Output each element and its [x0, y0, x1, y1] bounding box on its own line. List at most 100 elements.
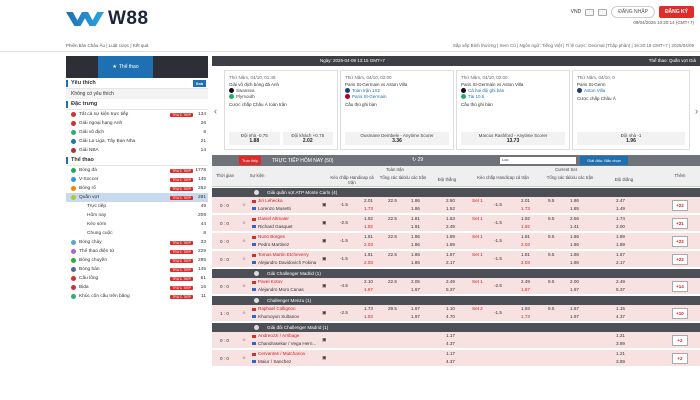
star-icon[interactable]: ☆ — [242, 310, 246, 316]
star-icon[interactable]: ☆ — [242, 202, 246, 208]
odds-win1[interactable]: 1.89 — [446, 234, 455, 239]
odds-under[interactable]: 1.91 — [411, 224, 420, 229]
brand-logo[interactable]: W88 — [66, 8, 149, 30]
sidebar-item-sport[interactable]: Khúc côn cầu trên băng TRỰC TIẾP 11 — [66, 292, 208, 301]
register-button[interactable]: ĐĂNG KÝ — [658, 6, 694, 18]
set-odds-over[interactable]: 2.00 — [570, 279, 579, 284]
set-odds-home[interactable]: 2.49 — [521, 279, 530, 284]
login-button[interactable]: ĐĂNG NHẬP — [611, 6, 655, 18]
star-icon[interactable]: ☆ — [242, 283, 246, 289]
odds-win1[interactable]: 1.17 — [446, 351, 455, 356]
set-odds-win2[interactable]: 5.37 — [616, 287, 625, 292]
star-icon[interactable]: ☆ — [242, 220, 246, 226]
set-odds-under[interactable]: 1.86 — [570, 260, 579, 265]
notification-icon[interactable] — [598, 8, 608, 16]
odds-away[interactable]: 1.67 — [364, 287, 373, 292]
odds-win1[interactable]: 2.49 — [446, 279, 455, 284]
odds-over[interactable]: 1.86 — [411, 252, 420, 257]
set-odds-away[interactable]: 1.73 — [521, 206, 530, 211]
sidebar-item-sport[interactable]: V-Soccer TRỰC TIẾP 145 — [66, 175, 208, 184]
star-icon[interactable]: ☆ — [242, 355, 246, 361]
player2-name[interactable]: Alejandro Moro Canas — [258, 287, 304, 292]
odds-win1[interactable]: 1.10 — [446, 306, 455, 311]
live-tab[interactable]: Trực tiếp — [239, 156, 261, 165]
tv-icon[interactable]: ▣ — [322, 202, 326, 208]
odds-win1[interactable]: 1.67 — [446, 252, 455, 257]
tv-icon[interactable]: ▣ — [322, 238, 326, 244]
flag-icon[interactable] — [585, 8, 595, 16]
set-odds-away[interactable]: 2.03 — [521, 242, 530, 247]
sidebar-item-featured[interactable]: Giải NBA 14 — [66, 146, 208, 155]
subnav-settings[interactable]: Sắp xếp Bình thường | Xem Cũ | Ngôn ngữ:… — [453, 43, 694, 48]
set-odds-away[interactable]: 1.73 — [521, 314, 530, 319]
sidebar-item-featured[interactable]: Giải La Liga, Tây Ban Nha 21 — [66, 137, 208, 146]
player1-name[interactable]: Cervantes / Mutchanov — [258, 351, 305, 356]
set-odds-over[interactable]: 1.67 — [570, 306, 579, 311]
odds-button[interactable]: Đội nhà -0.75 1.88 — [229, 132, 280, 145]
more-markets-button[interactable]: +2 — [672, 353, 688, 364]
odds-win2[interactable]: 1.52 — [446, 206, 455, 211]
player2-name[interactable]: Chandrasekar / Vega Hern... — [258, 341, 316, 346]
sidebar-item-sport[interactable]: Bóng đá TRỰC TIẾP 1778 — [66, 166, 208, 175]
sidebar-item-sport[interactable]: Cầu lông TRỰC TIẾP 61 — [66, 274, 208, 283]
sidebar-item-sport[interactable]: Bida TRỰC TIẾP 16 — [66, 283, 208, 292]
more-markets-button[interactable]: +2 — [672, 335, 688, 346]
player2-name[interactable]: Maiur / Sanchez — [258, 359, 291, 364]
highlight-card[interactable]: Thứ Năm, 04/10, 02:00 Paris St-Germain vs… — [340, 70, 454, 150]
odds-win2[interactable]: 4.37 — [446, 341, 455, 346]
set-odds-home[interactable]: 2.01 — [521, 198, 530, 203]
set-odds-win1[interactable]: 1.74 — [616, 216, 625, 221]
league-row[interactable]: Challenger Menzu (1) — [212, 296, 700, 305]
player1-name[interactable]: Jiri Lehecka — [258, 198, 283, 203]
tv-icon[interactable]: ▣ — [322, 283, 326, 289]
set-odds-win2[interactable]: 1.89 — [616, 242, 625, 247]
set-odds-win1[interactable]: 1.89 — [616, 234, 625, 239]
set-odds-win1[interactable]: 2.49 — [616, 279, 625, 284]
player2-name[interactable]: Lorenzo Musetti — [258, 206, 291, 211]
set-odds-home[interactable]: 1.81 — [521, 234, 530, 239]
set-odds-win1[interactable]: 1.67 — [616, 252, 625, 257]
pin-icon[interactable] — [254, 325, 259, 330]
tab-sports[interactable]: ★ Thể thao — [98, 56, 153, 78]
odds-button[interactable]: Marcus Rashford - Anytime Scorer 13.73 — [461, 132, 565, 145]
subnav-links[interactable]: Phiên bản Châu Âu | Luật cược | Kết quả — [66, 43, 148, 48]
set-odds-win1[interactable]: 1.21 — [616, 333, 625, 338]
set-odds-home[interactable]: 1.93 — [521, 306, 530, 311]
odds-win2[interactable]: 1.89 — [446, 242, 455, 247]
odds-over[interactable]: 1.86 — [411, 234, 420, 239]
filter-select[interactable]: Lọc — [500, 157, 576, 164]
odds-home[interactable]: 1.92 — [364, 216, 373, 221]
set-odds-under[interactable]: 1.41 — [570, 224, 579, 229]
sidebar-item-featured[interactable]: Tất cả sự kiện trực tiếp TRỰC TIẾP 134 — [66, 110, 208, 119]
odds-win2[interactable]: 4.37 — [446, 359, 455, 364]
pin-icon[interactable] — [254, 190, 259, 195]
odds-win2[interactable]: 2.17 — [446, 260, 455, 265]
sidebar-item-sport[interactable]: Thể thao điện tử TRỰC TIẾP 229 — [66, 247, 208, 256]
set-odds-over[interactable]: 2.56 — [570, 216, 579, 221]
player2-name[interactable]: Pedro Martinez — [258, 242, 289, 247]
league-row[interactable]: Giải Challenger Madrid (1) — [212, 269, 700, 278]
tv-icon[interactable]: ▣ — [322, 337, 326, 343]
set-odds-home[interactable]: 1.92 — [521, 216, 530, 221]
more-markets-button[interactable]: +14 — [672, 281, 688, 292]
more-markets-button[interactable]: +22 — [672, 200, 688, 211]
player2-name[interactable]: Khumoyun Sultanov — [258, 314, 299, 319]
pin-icon[interactable] — [254, 298, 259, 303]
odds-win2[interactable]: 5.37 — [446, 287, 455, 292]
player2-name[interactable]: Richard Gasquet — [258, 224, 292, 229]
odds-win1[interactable]: 1.53 — [446, 216, 455, 221]
odds-under[interactable]: 1.67 — [411, 287, 420, 292]
player1-name[interactable]: Raphael Collignon — [258, 306, 296, 311]
set-odds-away[interactable]: 2.03 — [521, 260, 530, 265]
player1-name[interactable]: Andreozzi / Arribage — [258, 333, 299, 338]
odds-home[interactable]: 2.10 — [364, 279, 373, 284]
set-odds-away[interactable]: 1.92 — [521, 224, 530, 229]
set-odds-under[interactable]: 1.85 — [570, 206, 579, 211]
odds-away[interactable]: 2.03 — [364, 242, 373, 247]
odds-under[interactable]: 1.97 — [411, 314, 420, 319]
more-markets-button[interactable]: +22 — [672, 254, 688, 265]
tv-icon[interactable]: ▣ — [322, 220, 326, 226]
refresh-button[interactable]: ↻ 29 — [412, 157, 423, 163]
sidebar-item-sport[interactable]: Bóng chuyền TRỰC TIẾP 295 — [66, 256, 208, 265]
odds-away[interactable]: 1.92 — [364, 224, 373, 229]
